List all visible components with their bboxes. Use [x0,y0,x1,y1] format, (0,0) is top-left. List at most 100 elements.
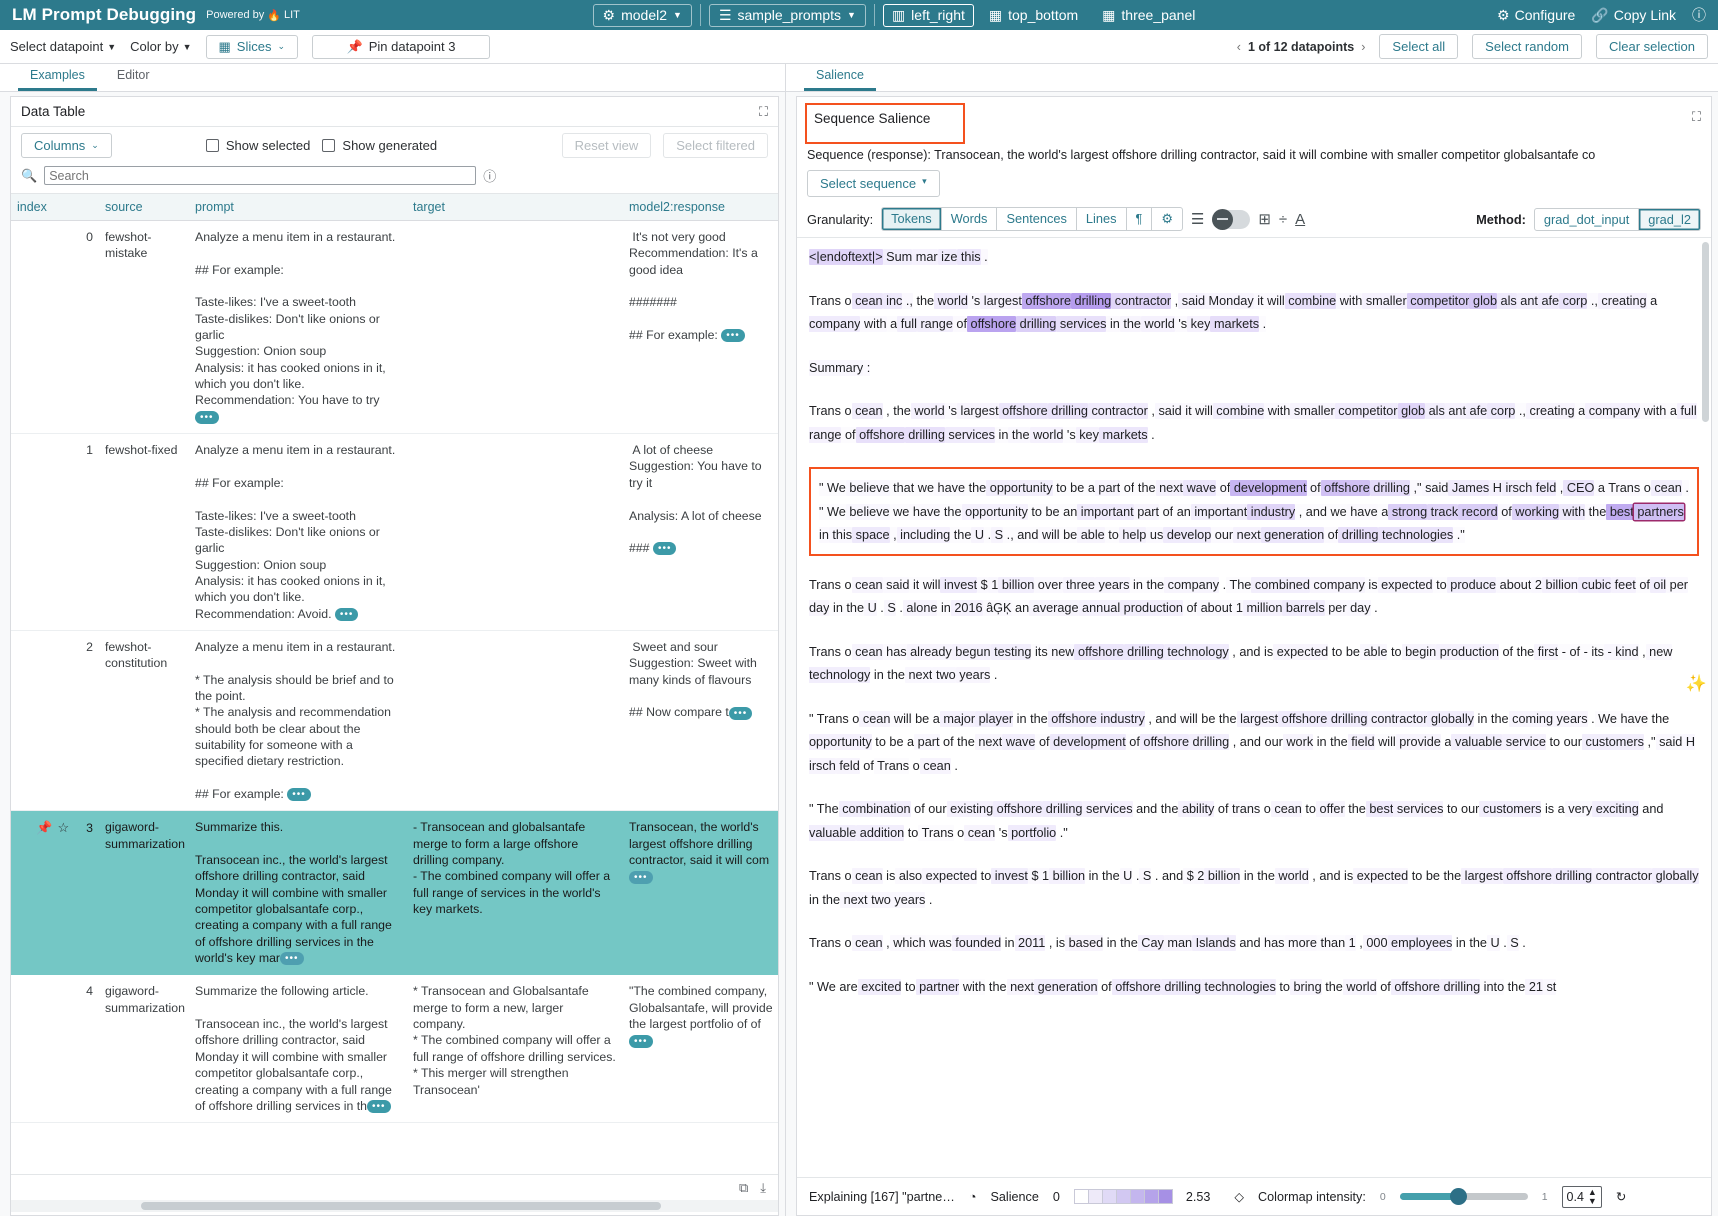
salience-token[interactable]: about [1197,600,1232,616]
salience-token[interactable]: offshore [1321,480,1370,496]
salience-token[interactable]: industry [1097,711,1145,727]
salience-token[interactable]: player [975,711,1013,727]
salience-token[interactable]: 's [968,293,980,309]
salience-token[interactable]: markets [1099,427,1148,443]
salience-token[interactable]: . [877,600,884,616]
prev-datapoint-button[interactable]: ‹ [1237,40,1241,54]
salience-token[interactable]: is [1052,935,1065,951]
salience-token[interactable]: of [841,427,855,443]
salience-token[interactable]: strong [1388,504,1427,520]
salience-token[interactable]: founded [952,935,1001,951]
salience-token[interactable]: the [1157,801,1178,817]
column-header-index[interactable]: index [11,194,99,221]
salience-token[interactable]: <|endoftext|> [809,249,883,265]
layout-button-three-panel[interactable]: ▦ three_panel [1093,4,1204,27]
salience-token[interactable]: also [895,868,922,884]
salience-token[interactable]: and [1236,734,1261,750]
salience-token[interactable]: company [809,316,860,332]
salience-token[interactable]: track [1427,504,1458,520]
salience-token[interactable]: the [1143,577,1164,593]
salience-token[interactable]: services [1082,801,1132,817]
salience-token[interactable]: will [919,577,940,593]
table-row[interactable]: 1fewshot-fixedAnalyze a menu item in a r… [11,434,778,631]
salience-token[interactable]: largest [980,293,1022,309]
salience-token[interactable]: world [1275,868,1309,884]
salience-token[interactable]: wave [1183,480,1216,496]
salience-token[interactable]: in [1313,734,1326,750]
salience-token[interactable]: have [934,480,965,496]
salience-token[interactable]: record [1458,504,1498,520]
salience-token[interactable]: inc [883,293,903,309]
salience-token[interactable]: the [913,293,934,309]
salience-token[interactable]: expected [922,868,977,884]
salience-token[interactable]: exciting [1592,801,1639,817]
layout-button-left-right[interactable]: ▥ left_right [883,4,974,27]
salience-token[interactable]: U [971,527,984,543]
grid-icon[interactable]: ⊞ [1258,210,1271,228]
salience-token[interactable]: , [883,403,890,419]
salience-token[interactable]: 's [1175,316,1187,332]
reset-icon[interactable]: ↻ [1616,1189,1627,1204]
salience-token[interactable]: Trans [809,577,841,593]
salience-token[interactable]: in [1240,868,1253,884]
salience-token[interactable]: 2 [1531,577,1542,593]
salience-token[interactable]: which [890,935,926,951]
salience-token[interactable]: major [940,711,975,727]
salience-token[interactable]: , [1148,403,1155,419]
salience-token[interactable]: have [909,504,940,520]
salience-token[interactable]: of [1636,577,1650,593]
salience-token[interactable]: , [890,527,897,543]
salience-token[interactable]: the [1215,711,1236,727]
column-header-source[interactable]: source [99,194,189,221]
salience-token[interactable]: drilling [1124,644,1164,660]
salience-token[interactable]: will [890,711,911,727]
pin-icon[interactable]: 📌 [36,820,52,835]
salience-token[interactable]: opportunity [809,734,872,750]
salience-token[interactable]: be [1060,527,1078,543]
select-random-button[interactable]: Select random [1472,34,1582,59]
salience-token[interactable]: be [1422,868,1440,884]
colormap-intensity-slider[interactable] [1400,1193,1528,1200]
salience-token[interactable]: field [1348,734,1375,750]
salience-token[interactable]: to [904,825,918,841]
salience-token[interactable]: U [1120,868,1133,884]
salience-token[interactable]: 1 [1345,935,1356,951]
granularity-option-paragraph[interactable]: ¶ [1127,208,1153,230]
salience-token[interactable]: new [1646,644,1673,660]
salience-text-body[interactable]: <|endoftext|> Sum mar ize this .Trans o … [797,238,1711,1177]
salience-token[interactable]: ize [938,249,958,265]
salience-token[interactable]: . [981,249,988,265]
salience-token[interactable]: space [852,527,889,543]
help-icon[interactable]: ⓘ [483,166,496,185]
scrollbar-thumb[interactable] [141,1202,661,1210]
salience-token[interactable]: o [849,711,860,727]
salience-token[interactable]: and [1236,935,1261,951]
salience-token[interactable]: begin [1402,644,1437,660]
salience-token[interactable]: we [1327,504,1347,520]
salience-token[interactable]: company [1585,403,1640,419]
salience-token[interactable]: in [1085,868,1098,884]
salience-token[interactable]: industry [1247,504,1295,520]
salience-token[interactable]: with [959,979,985,995]
salience-token[interactable]: largest [1461,868,1503,884]
salience-token[interactable]: of [1307,480,1321,496]
divide-icon[interactable]: ÷ [1279,211,1287,228]
salience-token[interactable]: offshore [1503,868,1552,884]
toggle-switch-icon[interactable] [1212,210,1250,229]
salience-token[interactable]: cubic [1578,577,1611,593]
salience-token[interactable]: drilling [1440,979,1480,995]
salience-token[interactable]: be [1198,711,1216,727]
select-datapoint-menu[interactable]: Select datapoint ▼ [10,39,116,54]
salience-token[interactable]: o [841,935,852,951]
salience-token[interactable]: years [1095,577,1130,593]
select-all-button[interactable]: Select all [1379,34,1458,59]
salience-token[interactable]: day [1347,600,1371,616]
salience-token[interactable]: full [1677,403,1697,419]
salience-token[interactable]: technologies [1201,979,1276,995]
salience-token[interactable]: offshore [1391,979,1440,995]
salience-token[interactable]: creating [1598,293,1647,309]
salience-token[interactable]: 1 [1232,600,1243,616]
salience-token[interactable]: and [1152,711,1177,727]
salience-token[interactable]: the [884,667,905,683]
salience-token[interactable]: our [1261,734,1283,750]
